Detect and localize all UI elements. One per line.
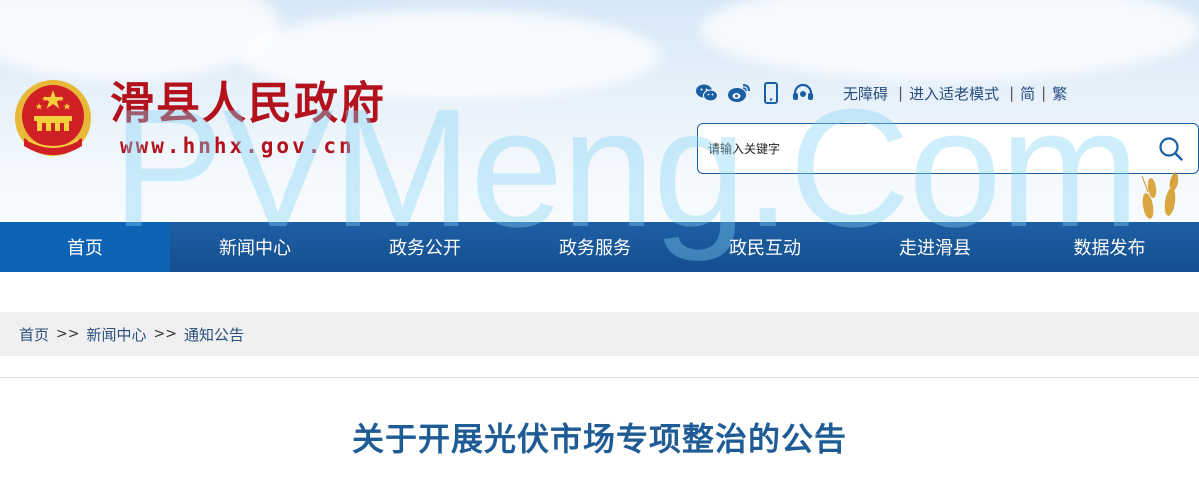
- header-toolbar: 无障碍 | 进入适老模式 | 简 | 繁: [695, 80, 1067, 106]
- breadcrumb: 首页 >> 新闻中心 >> 通知公告: [0, 312, 1199, 356]
- nav-item-about-county[interactable]: 走进滑县: [850, 222, 1020, 272]
- cloud-decoration: [0, 0, 280, 80]
- elderly-mode-link[interactable]: 进入适老模式: [909, 83, 999, 104]
- wechat-icon[interactable]: [695, 81, 719, 105]
- site-url: www.hnhx.gov.cn: [120, 134, 355, 158]
- breadcrumb-item-news-center[interactable]: 新闻中心: [86, 324, 146, 345]
- page: 滑县人民政府 www.hnhx.gov.cn 无障碍 | 进入适老模式 | 简 …: [0, 0, 1199, 487]
- separator: |: [1009, 84, 1015, 102]
- breadcrumb-item-notices[interactable]: 通知公告: [184, 324, 244, 345]
- nav-item-home[interactable]: 首页: [0, 222, 170, 272]
- headset-icon[interactable]: [791, 81, 815, 105]
- nav-item-news-center[interactable]: 新闻中心: [170, 222, 340, 272]
- nav-item-public-interaction[interactable]: 政民互动: [680, 222, 850, 272]
- weibo-icon[interactable]: [727, 81, 751, 105]
- toolbar-links: 无障碍 | 进入适老模式 | 简 | 繁: [843, 83, 1067, 104]
- search-icon: [1159, 136, 1183, 161]
- nav-item-government-affairs[interactable]: 政务公开: [340, 222, 510, 272]
- site-title[interactable]: 滑县人民政府: [110, 78, 386, 130]
- cloud-decoration: [700, 0, 1199, 80]
- breadcrumb-item-home[interactable]: 首页: [19, 324, 49, 345]
- search-box: [697, 123, 1199, 174]
- traditional-chinese-link[interactable]: 繁: [1052, 83, 1067, 104]
- national-emblem-icon: [15, 80, 91, 156]
- nav-item-government-services[interactable]: 政务服务: [510, 222, 680, 272]
- search-input[interactable]: [698, 124, 1144, 173]
- article-title: 关于开展光伏市场专项整治的公告: [351, 420, 847, 458]
- breadcrumb-separator: >>: [56, 326, 80, 342]
- search-button[interactable]: [1144, 124, 1198, 173]
- site-header: 滑县人民政府 www.hnhx.gov.cn 无障碍 | 进入适老模式 | 简 …: [0, 0, 1199, 222]
- nav-item-data-release[interactable]: 数据发布: [1020, 222, 1199, 272]
- breadcrumb-separator: >>: [153, 326, 177, 342]
- separator: |: [898, 84, 904, 102]
- mobile-icon[interactable]: [759, 81, 783, 105]
- article-content: 关于开展光伏市场专项整治的公告: [0, 377, 1199, 487]
- simplified-chinese-link[interactable]: 简: [1020, 83, 1035, 104]
- main-nav: 首页 新闻中心 政务公开 政务服务 政民互动 走进滑县 数据发布: [0, 222, 1199, 272]
- wheat-decoration-icon: [1141, 172, 1179, 219]
- separator: |: [1041, 84, 1047, 102]
- accessibility-link[interactable]: 无障碍: [843, 83, 888, 104]
